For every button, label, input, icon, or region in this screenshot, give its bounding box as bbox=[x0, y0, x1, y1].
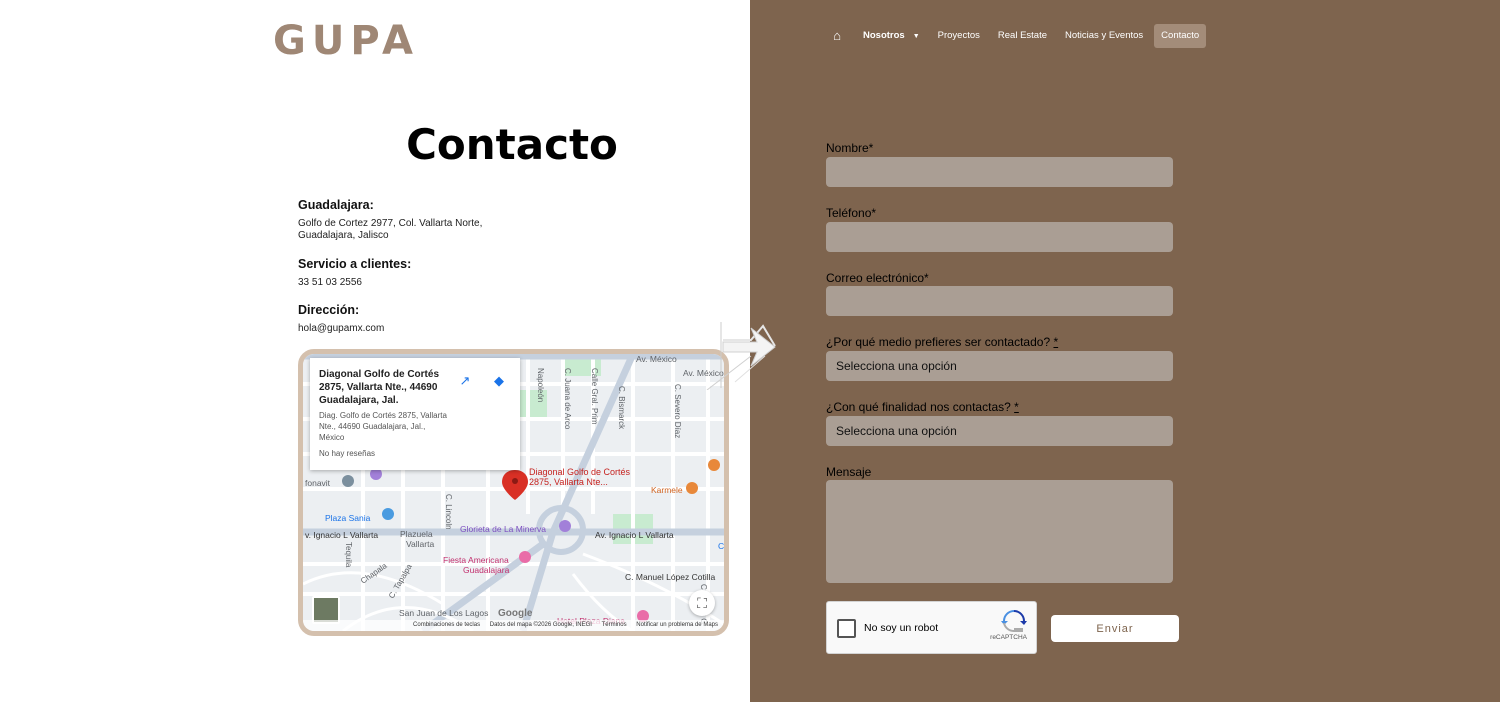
guadalajara-address-line-2: Guadalajara, Jalisco bbox=[298, 230, 389, 241]
place-address: Diag. Golfo de Cortés 2875, Vallarta Nte… bbox=[319, 411, 447, 442]
contact-purpose-select[interactable]: Selecciona una opción bbox=[826, 416, 1173, 446]
contact-purpose-label-text: ¿Con qué finalidad nos contactas? bbox=[826, 400, 1011, 414]
map-label-bismarck: C. Bismarck bbox=[617, 386, 626, 430]
map-label-manuel-lopez: C. Manuel López Cotilla bbox=[625, 572, 716, 582]
arrow-right-icon bbox=[706, 322, 776, 390]
map-label-vallarta-east: Av. Ignacio L Vallarta bbox=[595, 530, 674, 540]
nav-item-proyectos[interactable]: Proyectos bbox=[931, 24, 987, 48]
google-logo: Google bbox=[498, 608, 533, 619]
phone-field[interactable] bbox=[826, 222, 1173, 252]
message-label: Mensaje bbox=[826, 465, 872, 479]
name-field[interactable] bbox=[826, 157, 1173, 187]
contact-purpose-label: ¿Con qué finalidad nos contactas? * bbox=[826, 400, 1019, 414]
map-label-fiesta-1: Fiesta Americana bbox=[443, 555, 509, 565]
map-label-plazuela: Plazuela bbox=[400, 529, 433, 539]
email-label: Correo electrónico* bbox=[826, 271, 929, 285]
map-label-tequila: Tequila bbox=[344, 542, 353, 568]
contact-medium-label-text: ¿Por qué medio prefieres ser contactado? bbox=[826, 335, 1051, 349]
map-label-san-juan: San Juan de Los Lagos bbox=[399, 608, 488, 618]
nav-item-noticias[interactable]: Noticias y Eventos bbox=[1058, 24, 1150, 48]
left-panel: GUPA Contacto Guadalajara: Golfo de Cort… bbox=[0, 0, 750, 702]
caret-down-icon: ▼ bbox=[912, 33, 920, 40]
map-label-lincoln: C. Lincoln bbox=[444, 494, 453, 530]
guadalajara-heading: Guadalajara: bbox=[298, 198, 374, 212]
recaptcha-widget: No soy un robot reCAPTCHA bbox=[826, 601, 1037, 654]
gupa-logo[interactable]: GUPA bbox=[273, 18, 419, 64]
terms-link[interactable]: Términos bbox=[602, 622, 627, 628]
customer-service-heading: Servicio a clientes: bbox=[298, 257, 412, 271]
required-mark: * bbox=[1053, 335, 1059, 349]
map-label-napoleon: Napoleón bbox=[536, 368, 545, 402]
map-data-attribution: Datos del mapa ©2026 Google, INEGI bbox=[489, 622, 592, 628]
report-problem-link[interactable]: Notificar un problema de Maps bbox=[636, 622, 718, 628]
map-pin-label-2: 2875, Vallarta Nte... bbox=[529, 477, 608, 487]
map-label-ce: Ce bbox=[718, 541, 724, 551]
nav-item-real-estate[interactable]: Real Estate bbox=[991, 24, 1054, 48]
contact-medium-label: ¿Por qué medio prefieres ser contactado?… bbox=[826, 335, 1058, 349]
page-title: Contacto bbox=[406, 120, 618, 169]
map-pin-label-1: Diagonal Golfo de Cortés bbox=[529, 467, 631, 477]
map-label-vallarta-west: v. Ignacio L Vallarta bbox=[305, 530, 378, 540]
customer-service-phone: 33 51 03 2556 bbox=[298, 277, 362, 288]
directions-icon[interactable]: ◆ bbox=[490, 372, 508, 390]
place-reviews[interactable]: No hay reseñas bbox=[319, 449, 511, 458]
nav-item-nosotros[interactable]: Nosotros ▼ bbox=[856, 24, 927, 48]
name-label: Nombre* bbox=[826, 141, 874, 155]
main-nav: ⌂ Nosotros ▼ Proyectos Real Estate Notici… bbox=[826, 24, 1210, 48]
recaptcha-checkbox[interactable] bbox=[837, 619, 856, 638]
map-label-av-mexico-1: Av. México bbox=[636, 354, 677, 364]
keyboard-shortcuts-link[interactable]: Combinaciones de teclas bbox=[413, 622, 480, 628]
contact-medium-select[interactable]: Selecciona una opción bbox=[826, 351, 1173, 381]
address-heading: Dirección: bbox=[298, 303, 360, 317]
home-icon[interactable]: ⌂ bbox=[826, 24, 848, 48]
map-label-minerva: Glorieta de La Minerva bbox=[460, 524, 546, 534]
google-map[interactable]: Av. México Av. México fonavit Karmele Pl… bbox=[298, 349, 729, 636]
map-label-severo-diaz: C. Severo Díaz bbox=[673, 384, 682, 438]
place-title: Diagonal Golfo de Cortés 2875, Vallarta … bbox=[319, 369, 440, 406]
recaptcha-brand: reCAPTCHA bbox=[990, 634, 1027, 641]
map-label-gral-prim: Calle Gral. Prim bbox=[590, 368, 599, 425]
map-label-fonavit: fonavit bbox=[305, 478, 331, 488]
guadalajara-address-line-1: Golfo de Cortez 2977, Col. Vallarta Nort… bbox=[298, 218, 483, 229]
map-label-juana-arco: C. Juana de Arco bbox=[563, 368, 572, 430]
recaptcha-icon bbox=[1001, 610, 1027, 632]
required-mark: * bbox=[1014, 400, 1019, 414]
place-info-card: Diagonal Golfo de Cortés 2875, Vallarta … bbox=[310, 358, 520, 470]
recaptcha-label: No soy un robot bbox=[864, 622, 939, 634]
nav-item-contacto[interactable]: Contacto bbox=[1154, 24, 1207, 48]
message-textarea[interactable] bbox=[826, 480, 1173, 583]
map-label-fiesta-2: Guadalajara bbox=[463, 565, 510, 575]
nav-item-label: Nosotros bbox=[863, 30, 905, 41]
map-label-plaza-sania: Plaza Sania bbox=[325, 513, 371, 523]
contact-email[interactable]: hola@gupamx.com bbox=[298, 323, 384, 335]
phone-label: Teléfono* bbox=[826, 206, 877, 220]
map-label-vallarta-small: Vallarta bbox=[406, 539, 434, 549]
fullscreen-icon[interactable]: ⛶ bbox=[689, 590, 715, 616]
map-footer: Combinaciones de teclas Datos del mapa ©… bbox=[303, 620, 724, 631]
open-in-maps-icon[interactable]: ↗ bbox=[456, 372, 474, 390]
submit-button[interactable]: Enviar bbox=[1051, 615, 1179, 642]
email-field[interactable] bbox=[826, 286, 1173, 316]
map-label-karmele: Karmele bbox=[651, 485, 683, 495]
